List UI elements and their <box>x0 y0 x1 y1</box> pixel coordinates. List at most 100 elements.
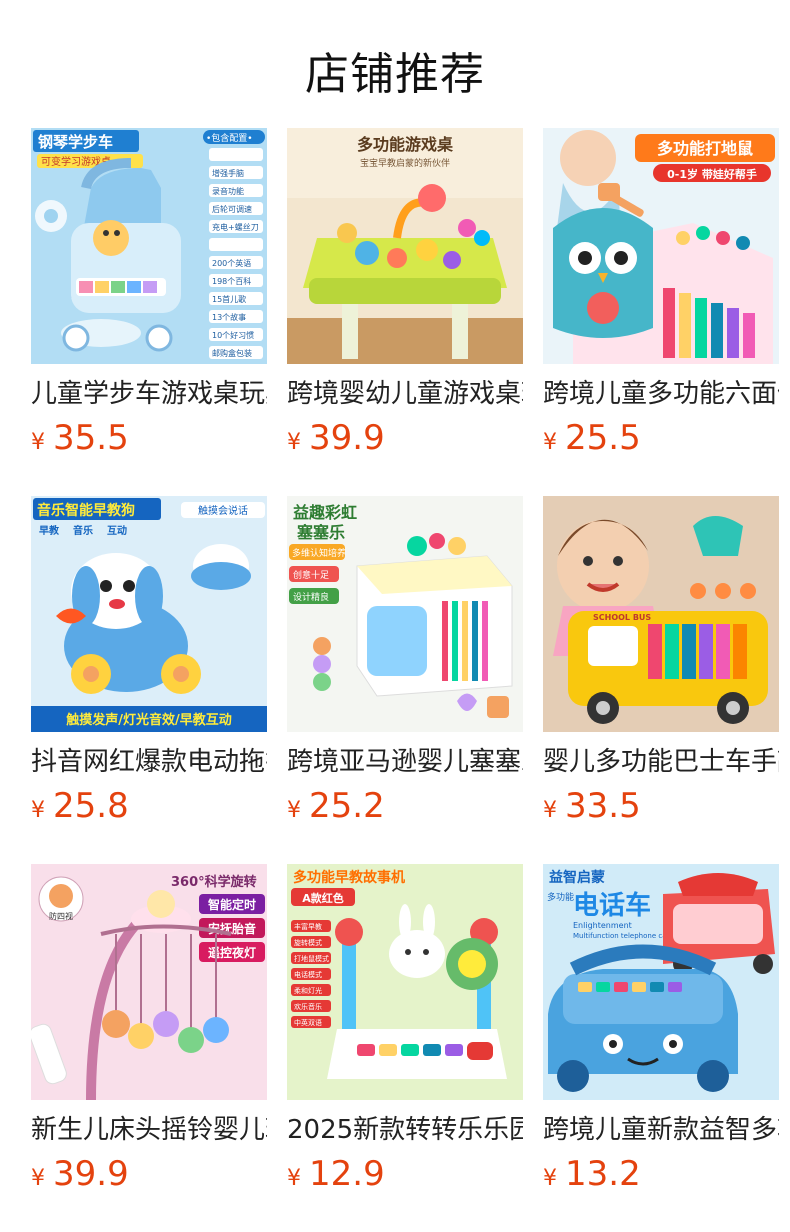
image-label: •包含配置• <box>206 132 253 144</box>
currency-symbol: ¥ <box>287 798 301 823</box>
product-card[interactable]: 多功能游戏桌 宝宝早教启蒙的新伙伴 跨境婴幼儿童游戏桌玩具 ¥39.9 <box>287 128 523 468</box>
product-image[interactable]: 音乐智能早教狗 早教 音乐 互动 触摸会说话 触摸发声/灯光音效/早教互动 <box>31 496 267 732</box>
price-value: 25.5 <box>565 418 641 458</box>
product-image[interactable]: 多功能打地鼠 0-1岁 带娃好帮手 <box>543 128 779 364</box>
price-value: 35.5 <box>53 418 129 458</box>
product-price: ¥25.8 <box>31 786 129 826</box>
product-name[interactable]: 跨境儿童多功能六面体玩具 <box>543 376 779 412</box>
image-label: 198个百科 <box>212 276 251 286</box>
image-label: 创意十足 <box>293 569 329 581</box>
image-label: 益趣彩虹 <box>293 503 357 522</box>
image-label: 智能定时 <box>207 897 256 912</box>
product-card[interactable]: 益趣彩虹 塞塞乐 多维认知培养 创意十足 设计精良 跨境亚马逊婴儿塞塞乐 ¥ 2… <box>287 496 523 836</box>
image-label: 多维认知培养 <box>292 547 346 559</box>
currency-symbol: ¥ <box>543 798 557 823</box>
image-label: 电话车 <box>573 890 651 921</box>
product-card[interactable]: 音乐智能早教狗 早教 音乐 互动 触摸会说话 触摸发声/灯光音效/早教互动 抖音… <box>31 496 267 836</box>
currency-symbol: ¥ <box>31 1166 45 1191</box>
image-label: 多功能打地鼠 <box>657 139 753 158</box>
image-label: 200个英语 <box>212 258 251 268</box>
price-value: 33.5 <box>565 786 641 826</box>
product-price: ¥25.5 <box>543 418 641 458</box>
price-value: 39.9 <box>309 418 385 458</box>
image-label: 打地鼠模式 <box>294 954 329 963</box>
image-label: 宝宝早教启蒙的新伙伴 <box>360 157 450 169</box>
product-name[interactable]: 抖音网红爆款电动拖拉狗 <box>31 744 267 780</box>
image-label: 钢琴学步车 <box>38 133 113 151</box>
image-label: 欢乐音乐 <box>294 1002 322 1011</box>
product-card[interactable]: 360°科学旋转 防四视 智能定时 安抚胎音 遥控夜灯 新生儿床头摇铃婴儿 ¥ … <box>31 864 267 1204</box>
image-label: 互动 <box>107 524 127 537</box>
product-card[interactable]: 钢琴学步车 可变学习游戏桌 •包含配置• 增强手脑 录音功能 后轮可调速 充电+… <box>31 128 267 468</box>
image-label: 增强手脑 <box>212 168 244 178</box>
image-label: 0-1岁 带娃好帮手 <box>667 167 757 181</box>
image-label: 后轮可调速 <box>212 204 252 214</box>
image-label: 音乐智能早教狗 <box>37 502 135 519</box>
image-label: 触摸会说话 <box>198 504 248 517</box>
image-label: 中英双语 <box>294 1018 322 1027</box>
image-label: 触摸发声/灯光音效/早教互动 <box>65 712 232 728</box>
product-price: ¥35.5 <box>31 418 129 458</box>
currency-symbol: ¥ <box>287 430 301 455</box>
product-price: ¥13.2 <box>543 1154 641 1194</box>
page-title: 店铺推荐 <box>305 49 485 100</box>
product-name[interactable]: 跨境儿童新款益智多功能电话车 <box>543 1112 779 1148</box>
product-image[interactable]: 多功能游戏桌 宝宝早教启蒙的新伙伴 <box>287 128 523 364</box>
currency-symbol: ¥ <box>31 798 45 823</box>
product-name[interactable]: 儿童学步车游戏桌玩具 <box>31 376 267 412</box>
product-image[interactable]: 360°科学旋转 防四视 智能定时 安抚胎音 遥控夜灯 <box>31 864 267 1100</box>
image-label: 塞塞乐 <box>297 523 345 542</box>
product-price: ¥39.9 <box>287 418 385 458</box>
image-label: Enlightenment <box>573 921 632 930</box>
currency-symbol: ¥ <box>543 430 557 455</box>
product-card[interactable]: 益智启蒙 多功能 电话车 Enlightenment Multifunction… <box>543 864 779 1204</box>
image-label: 柔和灯光 <box>294 986 322 995</box>
product-image[interactable]: 多功能早教故事机 A款红色 丰富早教 旋转模式 打地鼠模式 电话模式 柔和灯光 … <box>287 864 523 1100</box>
image-label: 15首儿歌 <box>212 294 246 304</box>
image-label: 10个好习惯 <box>212 330 254 340</box>
product-name[interactable]: 跨境婴幼儿童游戏桌玩具 <box>287 376 523 412</box>
image-label: 音乐 <box>73 524 93 537</box>
product-name[interactable]: 婴儿多功能巴士车手敲琴 <box>543 744 779 780</box>
product-image[interactable]: 钢琴学步车 可变学习游戏桌 •包含配置• 增强手脑 录音功能 后轮可调速 充电+… <box>31 128 267 364</box>
image-label: 多功能 <box>547 891 574 903</box>
image-label: A款红色 <box>302 891 344 905</box>
product-price: ¥39.9 <box>31 1154 129 1194</box>
product-card[interactable]: 多功能打地鼠 0-1岁 带娃好帮手 跨境儿童多功能六面 ¥ 25.5 <box>543 128 779 468</box>
image-label: 益智启蒙 <box>549 869 605 886</box>
image-label: 电话模式 <box>294 970 322 979</box>
image-label: 邮购盒包装 <box>212 348 252 358</box>
product-card[interactable]: SCHOOL BUS 婴儿多功能巴士车手敲琴 ¥33.5 <box>543 496 779 836</box>
product-image[interactable]: SCHOOL BUS <box>543 496 779 732</box>
product-image[interactable]: 益趣彩虹 塞塞乐 多维认知培养 创意十足 设计精良 <box>287 496 523 732</box>
currency-symbol: ¥ <box>31 430 45 455</box>
image-label: Multifunction telephone car <box>573 932 670 940</box>
currency-symbol: ¥ <box>543 1166 557 1191</box>
product-card[interactable]: 多功能早教故事机 A款红色 丰富早教 旋转模式 打地鼠模式 电话模式 柔和灯光 … <box>287 864 523 1204</box>
image-label: 早教 <box>39 524 60 537</box>
image-label: 充电+螺丝刀 <box>212 222 259 232</box>
product-price: ¥12.9 <box>287 1154 385 1194</box>
image-label: 防四视 <box>49 911 73 921</box>
image-label: 设计精良 <box>293 591 329 603</box>
product-name[interactable]: 新生儿床头摇铃婴儿玩具 <box>31 1112 267 1148</box>
product-name[interactable]: 2025新款转转乐乐园 <box>287 1112 523 1148</box>
product-price: ¥33.5 <box>543 786 641 826</box>
price-value: 25.8 <box>53 786 129 826</box>
image-label: 录音功能 <box>212 186 244 196</box>
image-label: 丰富早教 <box>294 922 322 931</box>
image-label: 多功能早教故事机 <box>293 869 405 886</box>
image-label: 360°科学旋转 <box>171 874 257 890</box>
image-label: SCHOOL BUS <box>593 613 651 622</box>
price-value: 39.9 <box>53 1154 129 1194</box>
product-price: ¥25.2 <box>287 786 385 826</box>
product-image[interactable]: 益智启蒙 多功能 电话车 Enlightenment Multifunction… <box>543 864 779 1100</box>
price-value: 12.9 <box>309 1154 385 1194</box>
price-value: 25.2 <box>309 786 385 826</box>
price-value: 13.2 <box>565 1154 641 1194</box>
image-label: 13个故事 <box>212 312 246 322</box>
image-label: 旋转模式 <box>294 938 322 947</box>
product-name[interactable]: 跨境亚马逊婴儿塞塞乐 <box>287 744 523 780</box>
image-label: 多功能游戏桌 <box>357 135 453 154</box>
image-label: 安抚胎音 <box>208 921 256 936</box>
